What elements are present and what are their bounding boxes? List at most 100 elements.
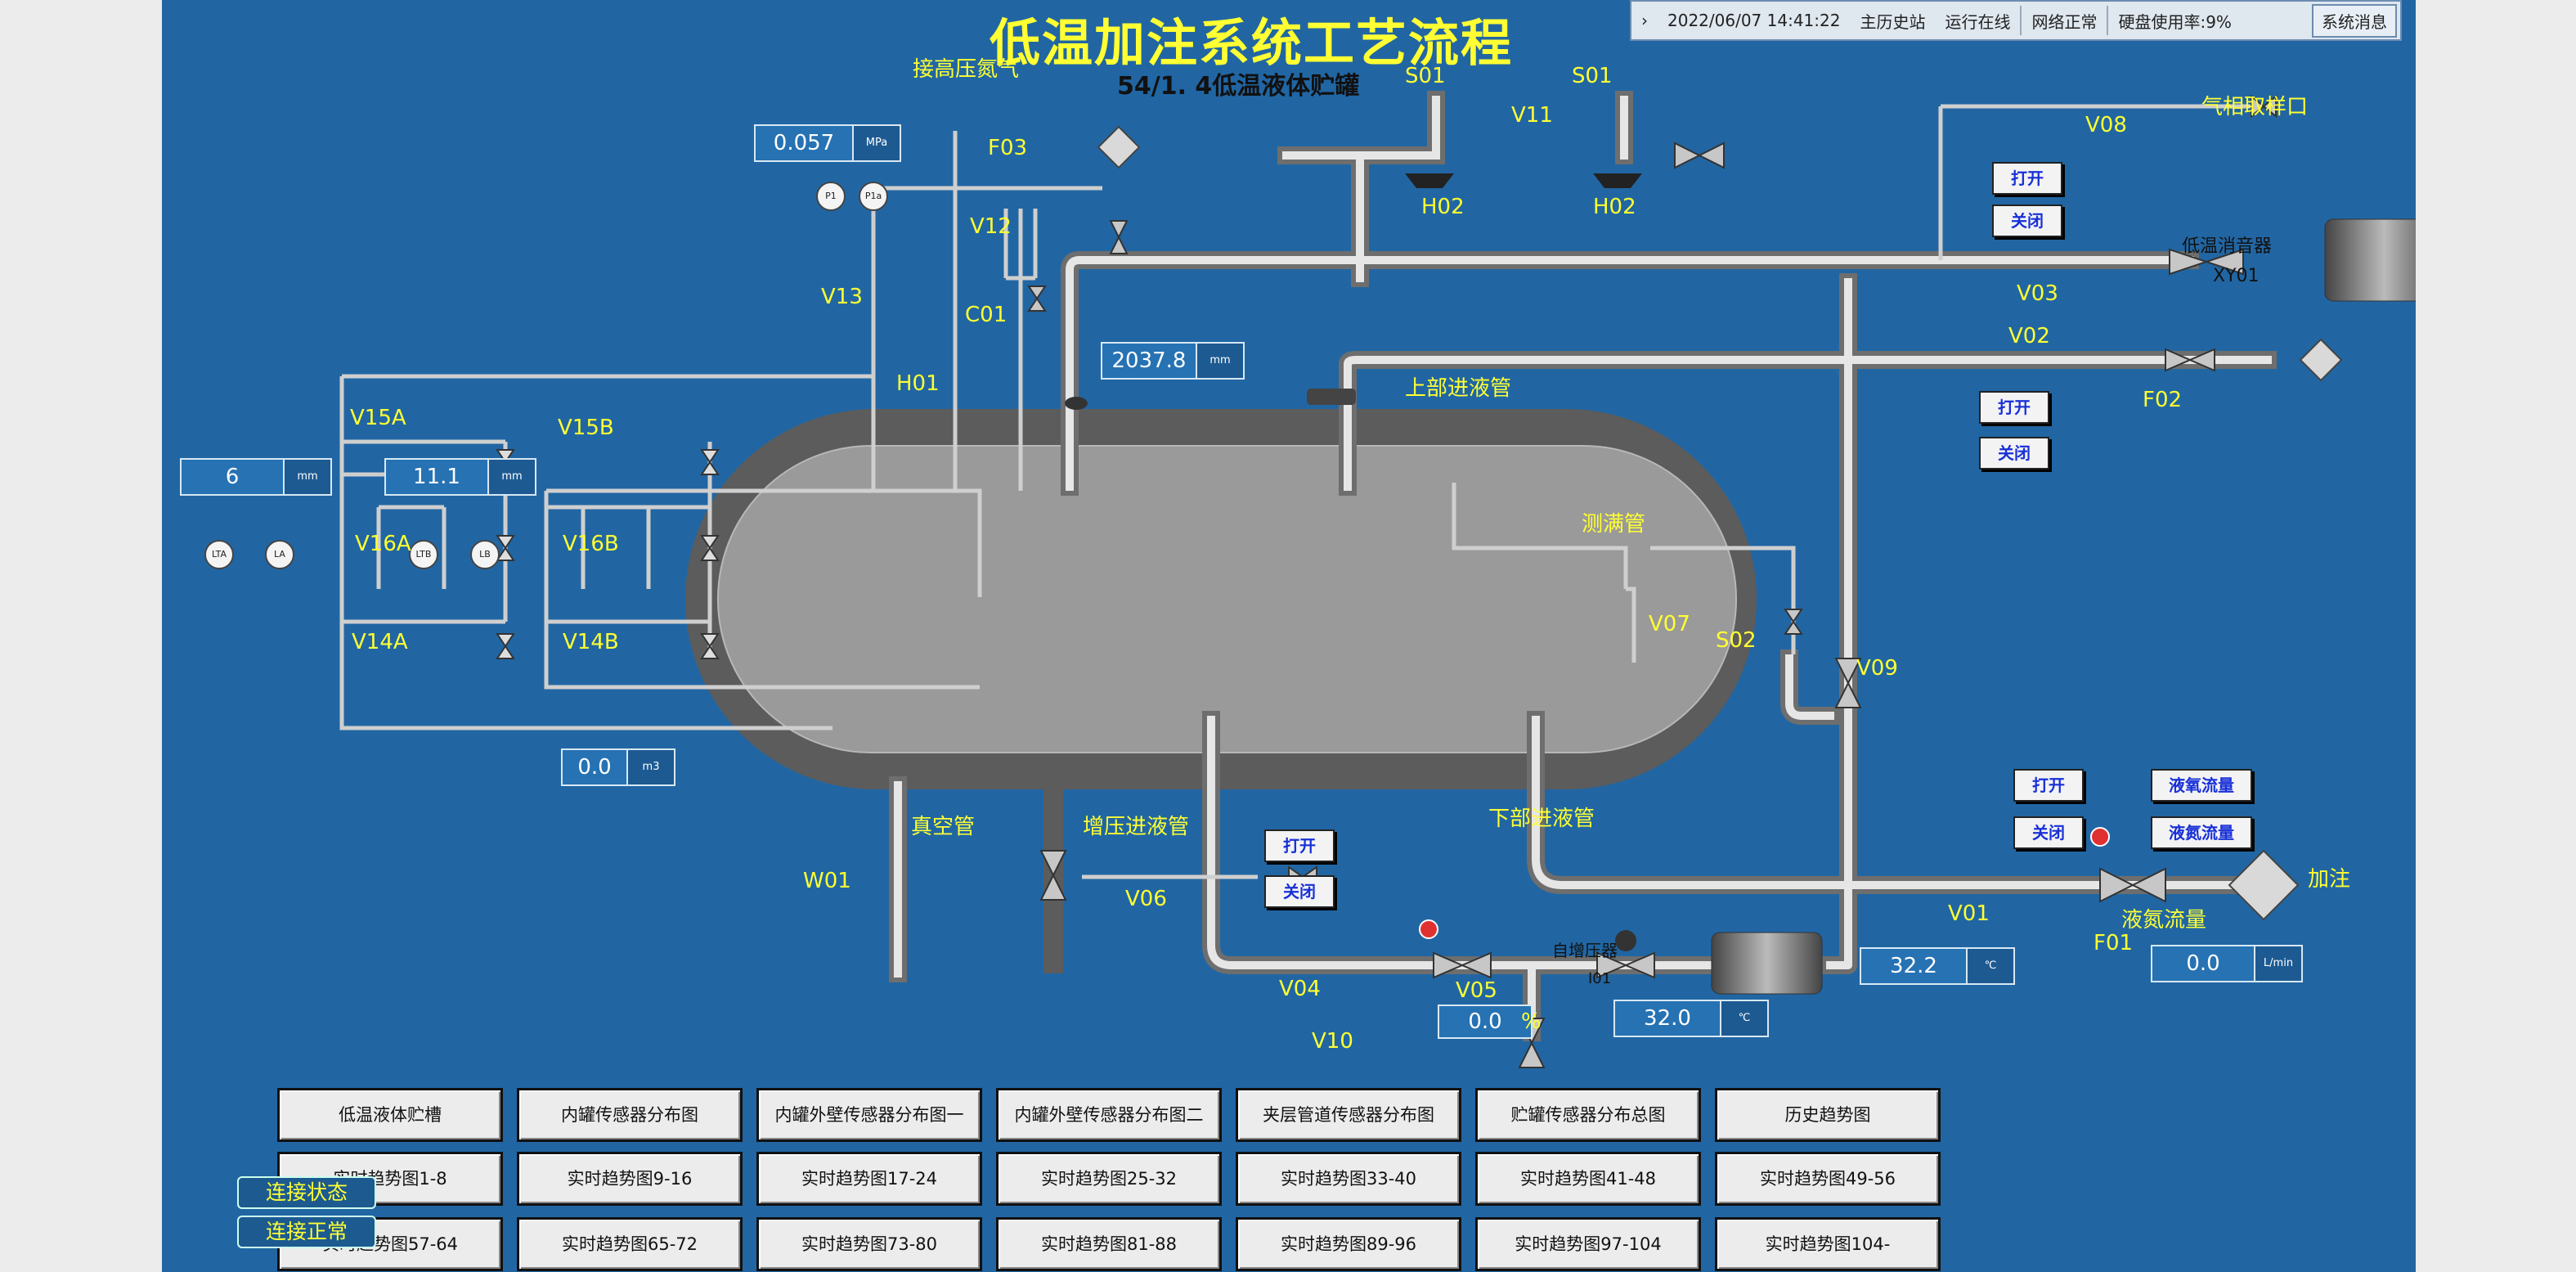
level-a-readout: 6 mm [180, 458, 332, 496]
nav-button[interactable]: 实时趋势图17-24 [756, 1152, 982, 1206]
label-overflow: 测满管 [1582, 512, 1646, 537]
gauge-ltb: LTB [409, 540, 438, 569]
level-b-readout: 11.1 mm [384, 458, 536, 496]
nav-button[interactable]: 内罐外壁传感器分布图一 [756, 1088, 982, 1142]
label-vacuum: 真空管 [911, 815, 976, 839]
label-fill: 加注 [2308, 867, 2351, 892]
valve-v01 [2099, 867, 2135, 903]
label-h02-right: H02 [1593, 195, 1636, 219]
label-boost-inlet: 增压进液管 [1083, 815, 1190, 839]
label-gas-sample: 气相取样口 [2201, 95, 2309, 119]
label-s02: S02 [1716, 628, 1757, 653]
label-h01: H01 [896, 371, 940, 396]
v01-close-button[interactable]: 关闭 [2013, 816, 2084, 849]
label-f02: F02 [2143, 388, 2183, 412]
label-v15b: V15B [558, 416, 614, 440]
label-v02: V02 [2008, 324, 2050, 348]
nav-button[interactable]: 实时趋势图41-48 [1475, 1152, 1701, 1206]
connection-status: 连接正常 [237, 1216, 376, 1248]
nav-button[interactable]: 贮罐传感器分布总图 [1475, 1088, 1701, 1142]
status-datetime: 2022/06/07 14:41:22 [1667, 11, 1841, 30]
label-v14a: V14A [352, 630, 408, 654]
fill-temp-readout: 32.2 ℃ [1860, 947, 2015, 985]
nav-button[interactable]: 内罐传感器分布图 [517, 1088, 743, 1142]
label-lower-inlet: 下部进液管 [1488, 807, 1595, 831]
label-f01: F01 [2094, 931, 2134, 955]
lox-flow-button[interactable]: 液氧流量 [2151, 769, 2252, 802]
system-message-button[interactable]: 系统消息 [2312, 3, 2397, 38]
nav-button[interactable]: 实时趋势图33-40 [1236, 1152, 1461, 1206]
scada-canvas: 低温加注系统工艺流程 54/1. 4低温液体贮罐 › 2022/06/07 14… [162, 0, 2416, 1272]
nav-button[interactable]: 内罐外壁传感器分布图二 [996, 1088, 1222, 1142]
label-v05: V05 [1456, 978, 1497, 1003]
label-v04: V04 [1279, 977, 1321, 1001]
silencer-body [2324, 218, 2416, 302]
label-c01: C01 [965, 303, 1008, 327]
gauge-p1: P1 [816, 182, 846, 211]
nav-button[interactable]: 实时趋势图25-32 [996, 1152, 1222, 1206]
process-diagram [339, 91, 2416, 1068]
menu-arrow-icon[interactable]: › [1631, 11, 1658, 30]
label-v03: V03 [2017, 281, 2058, 306]
nav-button[interactable]: 实时趋势图9-16 [517, 1152, 743, 1206]
nav-button[interactable]: 实时趋势图81-88 [996, 1217, 1222, 1271]
label-v06: V06 [1125, 887, 1167, 911]
gauge-la: LA [265, 540, 294, 569]
label-v01: V01 [1948, 901, 1990, 926]
nav-button[interactable]: 实时趋势图97-104 [1475, 1217, 1701, 1271]
v05-open-unit: % [1521, 1009, 1542, 1034]
label-v14b: V14B [563, 630, 619, 654]
flow-readout: 0.0 L/min [2151, 945, 2303, 982]
nav-button[interactable]: 实时趋势图49-56 [1715, 1152, 1941, 1206]
nav-button[interactable]: 实时趋势图73-80 [756, 1217, 982, 1271]
pressure-readout: 0.057 MPa [754, 124, 901, 162]
nav-button[interactable]: 夹层管道传感器分布图 [1236, 1088, 1461, 1142]
label-vaporizer-id: I01 [1588, 970, 1612, 987]
label-v15a: V15A [350, 406, 406, 430]
nav-button[interactable]: 实时趋势图89-96 [1236, 1217, 1461, 1271]
v04-open-button[interactable]: 打开 [1264, 829, 1335, 862]
label-upper-inlet: 上部进液管 [1405, 376, 1512, 401]
label-v13: V13 [821, 285, 863, 309]
valve-v13 [1027, 285, 1047, 300]
status-run-state: 运行在线 [1945, 11, 2011, 32]
ln2-flow-button[interactable]: 液氮流量 [2151, 816, 2252, 849]
page-subtitle: 54/1. 4低温液体贮罐 [1117, 72, 1360, 101]
label-silencer-id: XY01 [2213, 266, 2260, 286]
status-station: 主历史站 [1860, 11, 1926, 32]
label-v16b: V16B [563, 532, 619, 556]
nav-button[interactable]: 历史趋势图 [1715, 1088, 1941, 1142]
nav-button[interactable]: 实时趋势图104- [1715, 1217, 1941, 1271]
filter-f02 [2299, 338, 2343, 382]
label-s01-left: S01 [1405, 64, 1446, 88]
status-bar: › 2022/06/07 14:41:22 主历史站 运行在线 网络正常 硬盘使… [1630, 0, 2402, 41]
gauge-lta: LTA [204, 540, 234, 569]
label-v11: V11 [1511, 103, 1553, 128]
valve-v12 [1109, 220, 1129, 240]
label-v09: V09 [1856, 656, 1898, 681]
label-v07: V07 [1649, 612, 1690, 636]
v04-close-button[interactable]: 关闭 [1264, 875, 1335, 908]
v03-close-button[interactable]: 关闭 [1992, 205, 2062, 237]
v02-close-button[interactable]: 关闭 [1979, 437, 2049, 470]
status-disk: 硬盘使用率:9% [2118, 11, 2232, 32]
gauge-lb: LB [470, 540, 500, 569]
label-vaporizer-name: 自增压器 [1552, 941, 1618, 960]
label-w01: W01 [803, 869, 851, 893]
label-f03: F03 [988, 136, 1028, 160]
v03-open-button[interactable]: 打开 [1992, 162, 2062, 195]
nav-button[interactable]: 实时趋势图65-72 [517, 1217, 743, 1271]
gauge-p1a: P1a [859, 182, 888, 211]
v01-open-button[interactable]: 打开 [2013, 769, 2084, 802]
v05-open-readout: 0.0 [1438, 1005, 1533, 1039]
status-network: 网络正常 [2031, 11, 2098, 32]
vaporizer-temp-readout: 32.0 ℃ [1613, 1000, 1769, 1037]
level-readout: 2037.8 mm [1101, 342, 1245, 380]
nav-button[interactable]: 低温液体贮槽 [277, 1088, 503, 1142]
label-v16a: V16A [355, 532, 411, 556]
v02-open-button[interactable]: 打开 [1979, 391, 2049, 424]
label-silencer-name: 低温消音器 [2182, 236, 2273, 257]
label-v10: V10 [1312, 1029, 1353, 1054]
label-hp-nitrogen: 接高压氮气 [913, 57, 1020, 82]
filter-f03 [1097, 125, 1141, 169]
